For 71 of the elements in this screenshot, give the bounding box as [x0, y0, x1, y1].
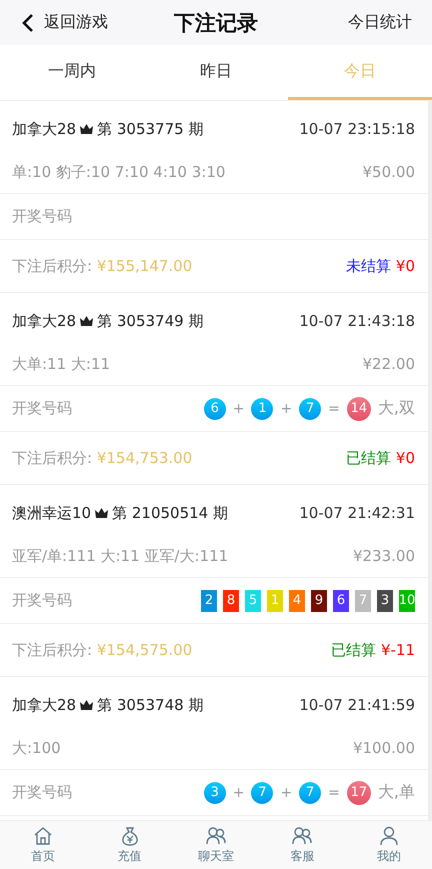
draw-label: 开奖号码 — [12, 207, 72, 226]
number-tile: 2 — [201, 590, 217, 612]
settlement-status: 已结算 ¥-11 — [331, 640, 415, 660]
bet-amount: ¥233.00 — [352, 547, 415, 565]
people-icon — [292, 826, 312, 846]
bet-details: 亚军/单:111 大:11 亚军/大:111 — [12, 546, 228, 566]
money-bag-icon — [120, 826, 140, 846]
stats-button[interactable]: 今日统计 — [348, 12, 412, 33]
crown-icon — [79, 699, 94, 711]
bet-amount: ¥50.00 — [362, 163, 415, 181]
balance-text: 下注后积分: ¥154,753.00 — [12, 448, 192, 468]
number-ball: 1 — [251, 398, 274, 420]
draw-result: 大,单 — [378, 782, 415, 803]
bet-details: 大单:11 大:11 — [12, 354, 110, 374]
people-icon — [206, 826, 226, 846]
nav-item[interactable]: 聊天室 — [172, 821, 260, 869]
tab[interactable]: 一周内 — [0, 45, 144, 100]
crown-icon — [79, 123, 94, 135]
record-title: 加拿大28 第 3053775 期 — [12, 120, 204, 138]
operator: + — [232, 400, 244, 416]
settlement-status: 已结算 ¥0 — [346, 448, 415, 468]
record-title: 澳洲幸运10 第 21050514 期 — [12, 504, 228, 522]
home-icon — [33, 826, 54, 846]
draw-label: 开奖号码 — [12, 399, 72, 418]
page-title: 下注记录 — [173, 10, 259, 36]
draw-label: 开奖号码 — [12, 783, 72, 802]
operator: + — [280, 784, 292, 800]
person-icon — [378, 826, 399, 846]
number-ball: 3 — [204, 782, 226, 804]
number-tile: 5 — [245, 590, 261, 612]
number-tile: 9 — [311, 590, 327, 612]
sum-ball: 17 — [346, 780, 371, 804]
operator: = — [328, 400, 340, 416]
bet-details: 大:100 — [12, 738, 61, 758]
bet-time: 10-07 23:15:18 — [299, 120, 415, 138]
back-button[interactable]: 返回游戏 — [22, 12, 108, 33]
balance-text: 下注后积分: ¥154,575.00 — [12, 640, 192, 660]
number-ball: 6 — [204, 398, 226, 420]
number-ball: 7 — [299, 782, 322, 804]
operator: + — [280, 400, 292, 416]
bet-details: 单:10 豹子:10 7:10 4:10 3:10 — [12, 162, 226, 182]
record-title: 加拿大28 第 3053748 期 — [12, 696, 204, 714]
number-tile: 8 — [223, 590, 239, 612]
bet-time: 10-07 21:43:18 — [299, 312, 415, 330]
number-tile: 3 — [377, 590, 393, 612]
nav-item[interactable]: 充值 — [86, 821, 173, 869]
bet-amount: ¥22.00 — [362, 355, 415, 373]
nav-item[interactable]: 我的 — [346, 821, 432, 869]
bet-amount: ¥100.00 — [352, 739, 415, 757]
bet-time: 10-07 21:42:31 — [299, 504, 415, 522]
number-tile: 7 — [355, 590, 371, 612]
tab[interactable]: 昨日 — [144, 45, 288, 100]
number-ball: 7 — [299, 398, 322, 420]
draw-label: 开奖号码 — [12, 591, 72, 610]
sum-ball: 14 — [346, 396, 371, 420]
crown-icon — [94, 507, 110, 519]
record-title: 加拿大28 第 3053749 期 — [12, 312, 204, 330]
number-tile: 4 — [289, 590, 305, 612]
settlement-status: 未结算 ¥0 — [346, 256, 415, 276]
operator: = — [328, 784, 340, 800]
nav-item[interactable]: 客服 — [259, 821, 346, 869]
operator: + — [232, 784, 244, 800]
number-tile: 10 — [399, 590, 415, 612]
bet-time: 10-07 21:41:59 — [299, 696, 415, 714]
number-tile: 1 — [267, 590, 283, 612]
number-tile: 6 — [333, 590, 349, 612]
draw-result: 大,双 — [378, 398, 415, 419]
nav-item[interactable]: 首页 — [0, 821, 86, 869]
number-ball: 7 — [251, 782, 274, 804]
balance-text: 下注后积分: ¥155,147.00 — [12, 256, 192, 276]
crown-icon — [79, 315, 94, 327]
